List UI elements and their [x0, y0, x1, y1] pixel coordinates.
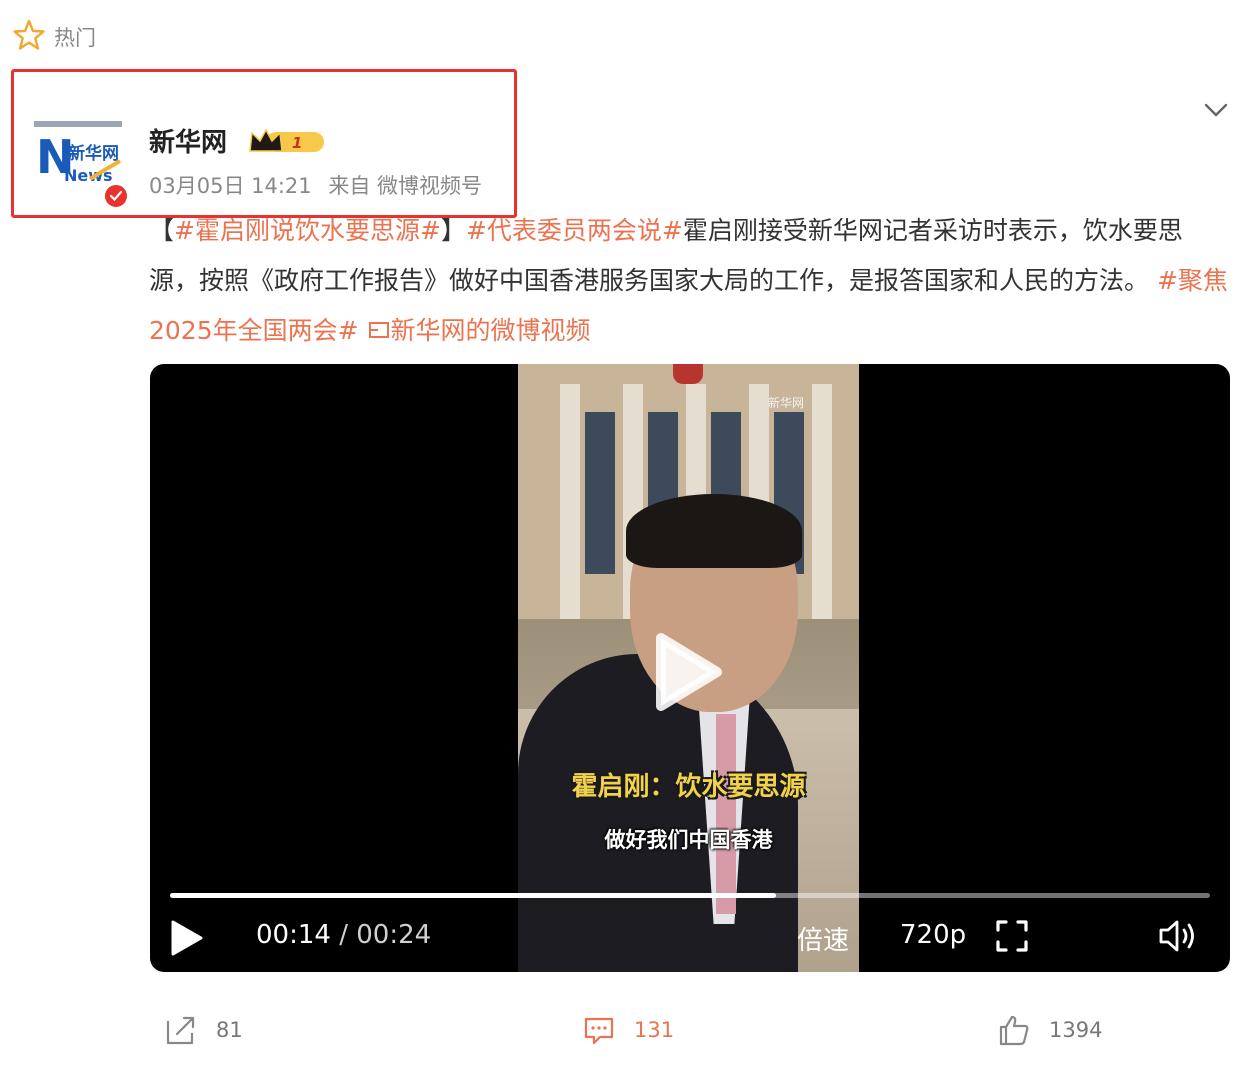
comment-icon [584, 1017, 614, 1045]
hashtag-delegates[interactable]: #代表委员两会说# [466, 216, 683, 245]
video-scene-emblem [673, 364, 703, 384]
post-meta: 03月05日 14:21 来自 微博视频号 [149, 170, 482, 200]
video-subtitle-name: 霍启刚：饮水要思源 [571, 772, 806, 802]
vip-crown-badge-icon[interactable]: 1 [248, 127, 326, 157]
video-link[interactable]: 新华网的微博视频 [367, 316, 591, 345]
comment-button[interactable]: 131 [582, 1008, 674, 1052]
thumbs-up-icon [999, 1015, 1029, 1046]
star-icon[interactable] [12, 18, 46, 56]
chevron-down-icon[interactable] [1201, 98, 1231, 122]
video-link-label: 新华网的微博视频 [390, 316, 591, 345]
hot-section-header: 热门 [12, 18, 96, 56]
time-display: 00:14 / 00:24 [256, 920, 431, 950]
total-time: 00:24 [356, 920, 432, 950]
svg-text:新华网: 新华网 [68, 143, 119, 164]
post-text: 【#霍启刚说饮水要思源#】#代表委员两会说#霍启刚接受新华网记者采访时表示，饮水… [149, 206, 1229, 356]
fullscreen-icon[interactable] [995, 919, 1029, 953]
progress-bar[interactable] [170, 893, 1210, 898]
video-subtitle-line: 做好我们中国香港 [604, 828, 773, 852]
share-icon [166, 1016, 195, 1045]
speed-button[interactable]: 倍速 [797, 920, 849, 957]
video-watermark: 新华网 [768, 396, 805, 410]
post-source: 来自 微博视频号 [328, 174, 483, 198]
bracket-close: 】 [440, 216, 466, 245]
big-play-icon[interactable] [647, 632, 727, 712]
share-button[interactable]: 81 [164, 1008, 243, 1052]
time-separator: / [330, 920, 357, 950]
quality-button[interactable]: 720p [900, 920, 966, 950]
volume-icon[interactable] [1158, 917, 1202, 955]
xinhua-logo: N News 新华网 [34, 121, 122, 187]
action-bar: 81 131 1394 [0, 1008, 1252, 1052]
video-player[interactable]: 新华网 霍启刚：饮水要思源 做好我们中国香港 00:14 / 00:24 倍速 … [150, 364, 1230, 972]
share-count: 81 [216, 1018, 243, 1042]
svg-text:1: 1 [292, 134, 302, 152]
verified-badge-icon [103, 183, 129, 209]
hot-label: 热门 [54, 26, 96, 50]
play-icon[interactable] [170, 919, 204, 957]
hashtag-huo-qigang[interactable]: #霍启刚说饮水要思源# [174, 216, 441, 245]
progress-fill [170, 893, 777, 898]
comment-count: 131 [634, 1018, 675, 1042]
bracket-open: 【 [149, 216, 175, 245]
current-time: 00:14 [256, 920, 331, 950]
video-link-icon [368, 322, 389, 338]
author-name[interactable]: 新华网 [149, 122, 227, 159]
like-button[interactable]: 1394 [997, 1008, 1102, 1052]
post-timestamp[interactable]: 03月05日 14:21 [149, 174, 312, 198]
like-count: 1394 [1049, 1018, 1103, 1042]
